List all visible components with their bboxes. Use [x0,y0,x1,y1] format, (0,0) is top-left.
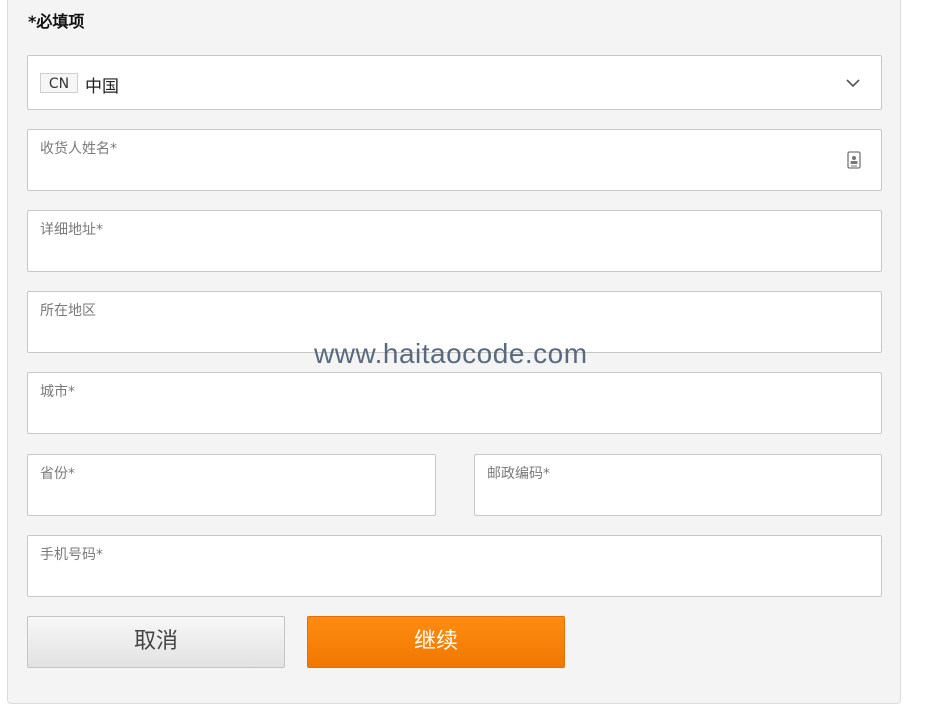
cancel-button[interactable]: 取消 [27,616,285,668]
address-input[interactable] [40,241,841,265]
watermark-text: www.haitaocode.com [314,338,588,369]
postal-code-label: 邮政编码* [487,466,550,482]
country-code-badge: CN [40,73,78,93]
phone-field[interactable]: 手机号码* [27,535,882,597]
phone-label: 手机号码* [40,547,103,563]
city-input[interactable] [40,403,841,427]
district-label: 所在地区 [40,303,96,319]
phone-input[interactable] [40,566,841,590]
continue-button[interactable]: 继续 [307,616,565,668]
chevron-down-icon [846,79,860,88]
postal-code-input[interactable] [487,485,841,509]
province-input[interactable] [40,485,395,509]
required-fields-note: *必填项 [28,12,85,31]
city-field[interactable]: 城市* [27,372,882,434]
recipient-name-field[interactable]: 收货人姓名* [27,129,882,191]
country-name: 中国 [85,77,119,97]
postal-code-field[interactable]: 邮政编码* [474,454,882,516]
city-label: 城市* [40,384,75,400]
recipient-name-label: 收货人姓名* [40,141,117,157]
province-field[interactable]: 省份* [27,454,436,516]
contact-card-icon[interactable] [847,151,861,169]
province-label: 省份* [40,466,75,482]
address-label: 详细地址* [40,222,103,238]
address-field[interactable]: 详细地址* [27,210,882,272]
recipient-name-input[interactable] [40,160,841,184]
country-select[interactable]: CN 中国 [27,55,882,110]
